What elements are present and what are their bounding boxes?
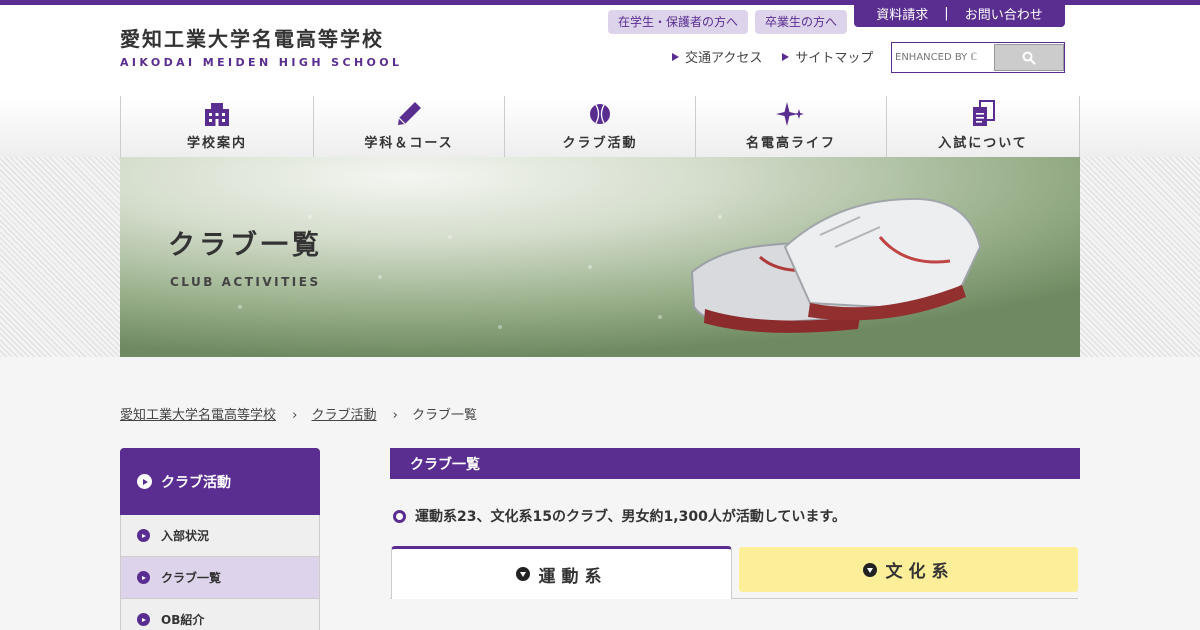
breadcrumb-club[interactable]: クラブ活動 [312,408,377,423]
global-nav: 学校案内 学科＆コース クラブ活動 名電高ライフ 入試について [0,96,1200,157]
site-search [891,42,1065,73]
nav-label: クラブ活動 [562,136,638,151]
utility-links: 交通アクセス サイトマップ [672,47,873,66]
breadcrumb-separator: › [292,408,298,423]
school-logo[interactable]: 愛知工業大学名電高等学校 AIKODAI MEIDEN HIGH SCHOOL [120,23,402,69]
sidebar-item-club-list[interactable]: クラブ一覧 [120,557,320,599]
sitemap-link-label: サイトマップ [795,51,874,66]
page-subtitle: CLUB ACTIVITIES [170,275,321,289]
link-separator: | [944,6,949,21]
contact-link[interactable]: お問い合わせ [955,4,1053,23]
building-icon [203,100,231,128]
ring-bullet-icon [393,509,406,523]
access-link[interactable]: 交通アクセス [672,47,762,66]
request-contact-bar: 資料請求 | お問い合わせ [854,0,1065,27]
sidebar-item-label: OB紹介 [161,613,205,627]
tab-culture[interactable]: 文化系 [739,547,1078,592]
hero-banner: クラブ一覧 CLUB ACTIVITIES [120,157,1080,357]
tab-label: 運動系 [538,566,608,587]
triangle-right-icon [672,53,679,61]
nav-item-school-life[interactable]: 名電高ライフ [695,96,886,157]
breadcrumb-home[interactable]: 愛知工業大学名電高等学校 [120,408,276,423]
search-icon [1022,51,1036,65]
search-input[interactable] [893,44,992,71]
sidebar-item-label: 入部状況 [161,529,210,543]
nav-item-school-guide[interactable]: 学校案内 [120,96,313,157]
sidebar-item-ob[interactable]: OB紹介 [120,599,320,630]
sidebar-heading[interactable]: クラブ活動 [120,448,320,515]
sparkle-icon [776,100,806,128]
intro-text: 運動系23、文化系15のクラブ、男女約1,300人が活動しています。 [393,506,846,526]
chevron-down-icon [862,562,877,577]
students-parents-link[interactable]: 在学生・保護者の方へ [608,10,748,34]
sidebar-item-label: クラブ一覧 [161,571,222,585]
nav-divider [1079,96,1080,157]
nav-item-courses[interactable]: 学科＆コース [313,96,504,157]
sidebar-item-enrollment[interactable]: 入部状況 [120,515,320,557]
search-button[interactable] [994,44,1064,71]
section-heading: クラブ一覧 [390,448,1080,479]
logo-japanese: 愛知工業大学名電高等学校 [120,27,384,51]
request-materials-link[interactable]: 資料請求 [866,4,938,23]
sitemap-link[interactable]: サイトマップ [782,47,873,66]
tab-label: 文化系 [885,562,955,582]
circle-arrow-icon [137,613,150,626]
page-title: クラブ一覧 [168,230,323,261]
intro-text-label: 運動系23、文化系15のクラブ、男女約1,300人が活動しています。 [415,509,847,525]
tab-sports[interactable]: 運動系 [391,546,732,599]
nav-label: 学科＆コース [364,136,454,151]
circle-arrow-icon [137,571,150,584]
breadcrumb-current: クラブ一覧 [412,408,478,423]
triangle-right-icon [782,53,790,61]
circle-arrow-icon [137,529,150,542]
circle-arrow-icon [137,474,152,489]
nav-label: 学校案内 [186,136,247,151]
access-link-label: 交通アクセス [685,51,763,66]
chevron-down-icon [515,567,530,581]
nav-item-club[interactable]: クラブ活動 [504,96,695,157]
nav-label: 入試について [938,136,1028,151]
documents-icon [970,100,996,128]
alumni-link[interactable]: 卒業生の方へ [755,10,847,34]
nav-label: 名電高ライフ [745,136,836,151]
breadcrumb-separator: › [392,408,398,423]
breadcrumb: 愛知工業大学名電高等学校 › クラブ活動 › クラブ一覧 [120,404,477,423]
sidebar-heading-label: クラブ活動 [161,474,231,491]
sidebar: クラブ活動 入部状況 クラブ一覧 OB紹介 [120,448,320,630]
pencil-icon [395,100,423,128]
ball-icon [589,100,611,128]
nav-item-admissions[interactable]: 入試について [886,96,1079,157]
logo-english: AIKODAI MEIDEN HIGH SCHOOL [120,56,403,69]
